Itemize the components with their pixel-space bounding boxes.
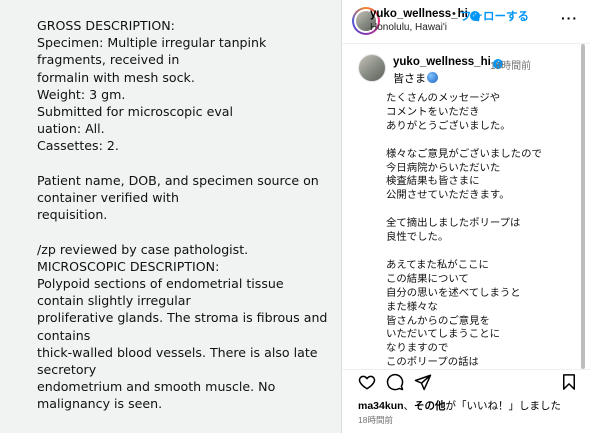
post-image: GROSS DESCRIPTION: Specimen: Multiple ir…	[0, 0, 341, 433]
caption-avatar[interactable]	[358, 54, 386, 82]
caption-timestamp: 18時間前	[490, 61, 532, 72]
caption-scrollbar[interactable]	[580, 44, 586, 369]
share-icon[interactable]	[414, 373, 432, 391]
post-header: yuko_wellness_hi ✓ • フォローする Honolulu, Haw…	[342, 0, 590, 40]
caption-area[interactable]: yuko_wellness_hi ✓ 18時間前 皆さま たくさんのメッセージや …	[342, 44, 590, 369]
header-separator: •	[452, 8, 456, 20]
location-link[interactable]: Honolulu, Hawai'i	[370, 22, 447, 33]
liker-username[interactable]: ma34kun	[358, 400, 404, 412]
caption-username[interactable]: yuko_wellness_hi ✓	[393, 56, 503, 69]
post-sidebar: yuko_wellness_hi ✓ • フォローする Honolulu, Haw…	[342, 0, 590, 433]
follow-button[interactable]: フォローする	[460, 8, 529, 24]
actions-divider	[342, 369, 590, 370]
likes-others-link[interactable]: その他	[414, 400, 446, 412]
post-timestamp: 18時間前	[358, 415, 393, 425]
likes-summary: ma34kun、その他が「いいね！」しました	[358, 400, 562, 412]
pathology-report-text: GROSS DESCRIPTION: Specimen: Multiple ir…	[37, 18, 328, 412]
more-horizontal-icon[interactable]: ···	[561, 10, 578, 26]
caption-greeting: 皆さま	[393, 70, 438, 86]
heart-icon[interactable]	[358, 373, 376, 391]
scrollbar-thumb[interactable]	[581, 44, 585, 369]
bookmark-icon[interactable]	[560, 373, 578, 391]
caption-text: たくさんのメッセージや コメントをいただき ありがとうございました。 様々なご意…	[386, 93, 542, 369]
comment-icon[interactable]	[386, 373, 404, 391]
globe-emoji-icon	[427, 72, 438, 83]
